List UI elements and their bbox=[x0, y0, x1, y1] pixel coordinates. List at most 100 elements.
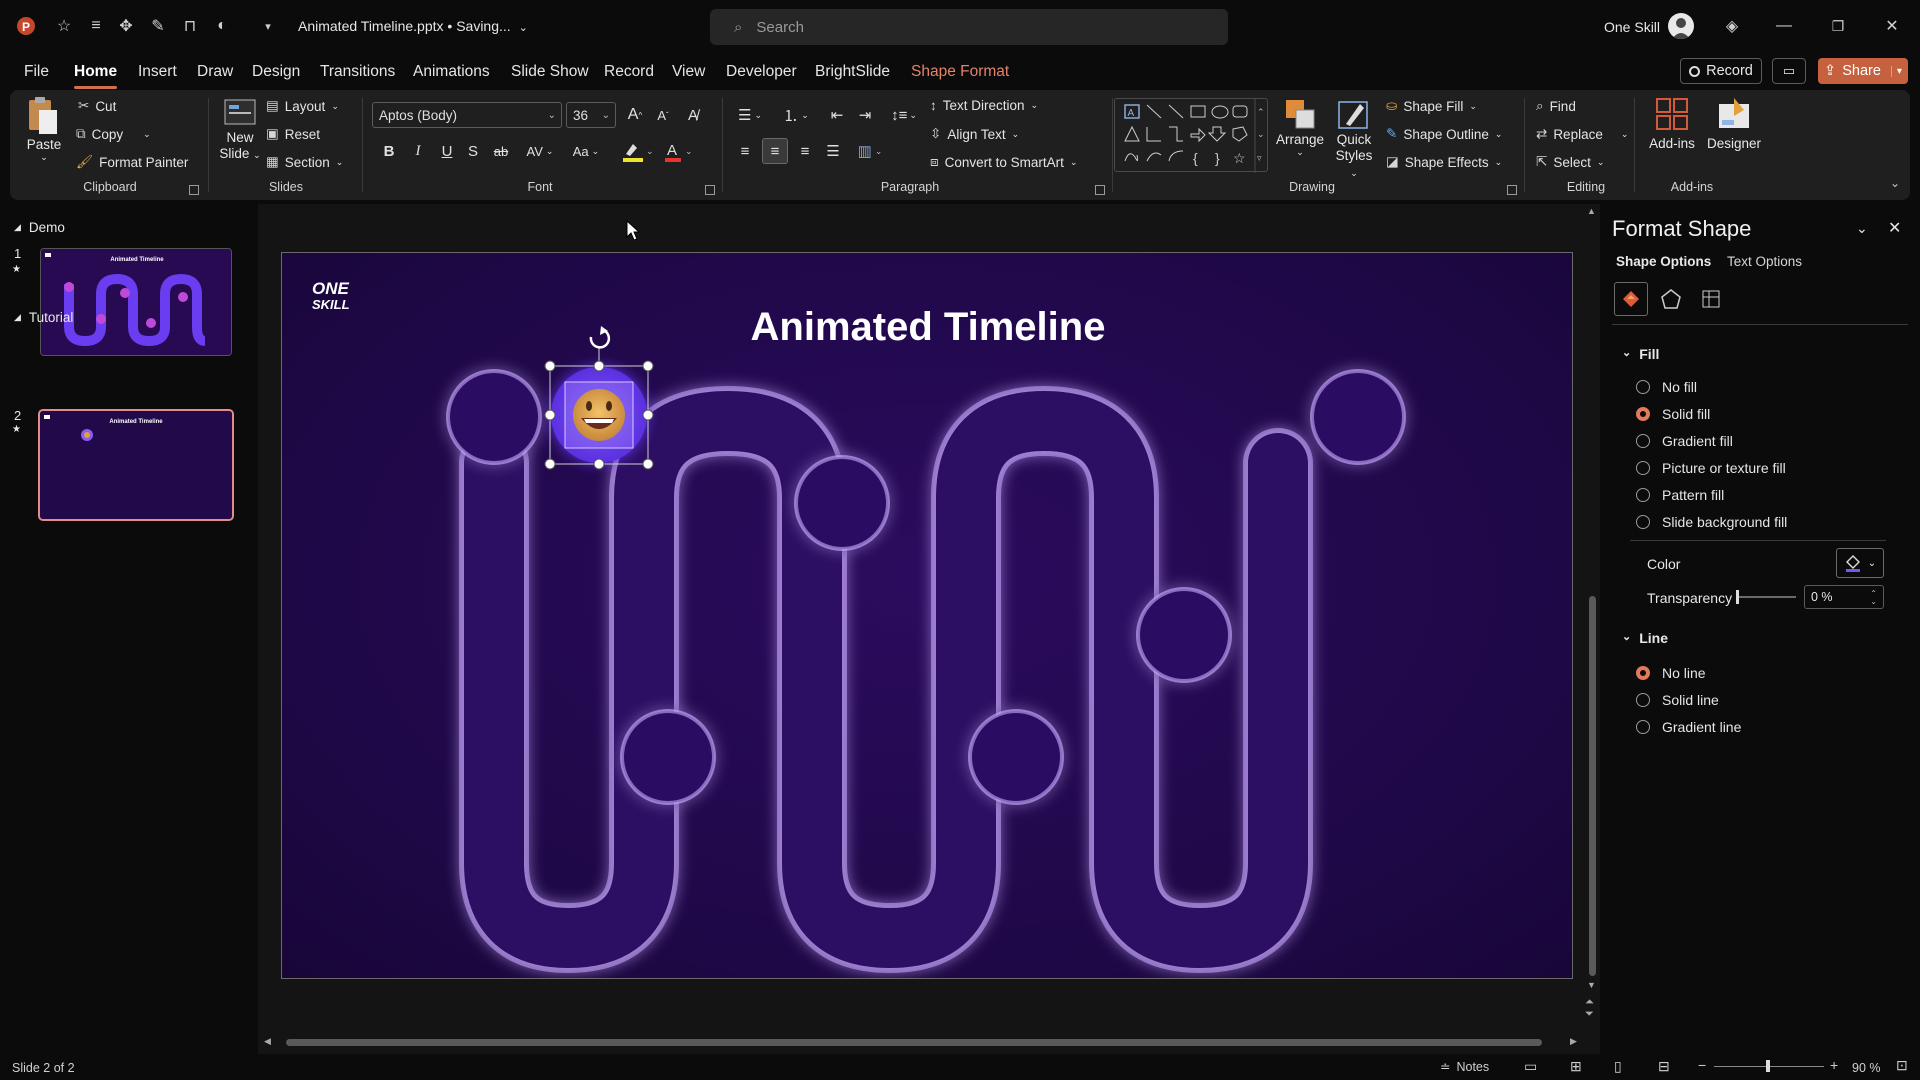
vertical-scroll-thumb[interactable] bbox=[1589, 596, 1596, 976]
scroll-down-icon[interactable]: ▼ bbox=[1587, 980, 1596, 990]
slide-title[interactable]: Animated Timeline bbox=[751, 305, 1106, 349]
font-launcher-icon[interactable] bbox=[705, 185, 715, 195]
vertical-scrollbar[interactable]: ▲ ▼ bbox=[1587, 204, 1599, 1004]
close-pane-icon[interactable]: ✕ bbox=[1888, 218, 1901, 238]
more-commands-icon[interactable]: ▾ bbox=[256, 14, 280, 38]
shape-fill-button[interactable]: ⛀ Shape Fill ⌄ bbox=[1386, 98, 1477, 114]
text-direction-button[interactable]: ↕ Text Direction ⌄ bbox=[930, 98, 1038, 113]
restore-icon[interactable]: ❐ bbox=[1826, 14, 1850, 38]
highlight-icon[interactable]: ⌄ bbox=[618, 138, 658, 164]
spinner-icon[interactable]: ⌃ ⌄ bbox=[1870, 590, 1877, 606]
slide-thumbnail-1[interactable]: Animated Timeline bbox=[40, 248, 232, 356]
tab-record[interactable]: Record bbox=[604, 63, 654, 81]
radio-pattern-fill[interactable]: Pattern fill bbox=[1636, 487, 1724, 503]
fill-line-icon[interactable] bbox=[1614, 282, 1648, 316]
notes-button[interactable]: ≐ Notes bbox=[1440, 1059, 1489, 1075]
search-input[interactable]: ⌕ Search bbox=[710, 9, 1228, 45]
layout-button[interactable]: ▤ Layout ⌄ bbox=[266, 98, 339, 114]
shape-outline-button[interactable]: ✎ Shape Outline ⌄ bbox=[1386, 126, 1502, 142]
touch-mode-icon[interactable]: ✥ bbox=[114, 14, 138, 38]
share-button[interactable]: ⇪ Share ▾ bbox=[1818, 58, 1908, 84]
paste-button[interactable]: Paste ⌄ bbox=[24, 96, 64, 163]
selected-emoji-shape[interactable] bbox=[551, 367, 647, 463]
drawing-launcher-icon[interactable] bbox=[1507, 185, 1517, 195]
new-slide-button[interactable]: New Slide ⌄ bbox=[216, 96, 264, 163]
decrease-indent-icon[interactable]: ⇤ bbox=[824, 102, 850, 128]
tab-shape-options[interactable]: Shape Options bbox=[1616, 254, 1711, 269]
radio-gradient-fill[interactable]: Gradient fill bbox=[1636, 433, 1733, 449]
slide-sorter-icon[interactable]: ⊞ bbox=[1570, 1058, 1582, 1075]
shapes-gallery[interactable]: A { } ☆ ⌃ ⌄ ▿ bbox=[1114, 98, 1268, 173]
tab-developer[interactable]: Developer bbox=[726, 63, 797, 81]
transparency-slider[interactable] bbox=[1736, 590, 1796, 604]
italic-icon[interactable]: I bbox=[405, 138, 431, 164]
paragraph-launcher-icon[interactable] bbox=[1095, 185, 1105, 195]
designer-button[interactable]: Designer bbox=[1704, 96, 1764, 151]
prev-next-slide-icon[interactable]: ⏶ ⏷ bbox=[1585, 996, 1594, 1020]
format-painter-button[interactable]: 🖌 Format Painter bbox=[76, 154, 188, 170]
align-left-icon[interactable]: ≡ bbox=[732, 138, 758, 164]
clipboard-launcher-icon[interactable] bbox=[189, 185, 199, 195]
arrange-button[interactable]: Arrange ⌄ bbox=[1274, 96, 1326, 158]
scroll-left-icon[interactable]: ◀ bbox=[264, 1036, 271, 1047]
radio-solid-fill[interactable]: Solid fill bbox=[1636, 406, 1710, 422]
find-button[interactable]: ⌕ Find bbox=[1536, 98, 1576, 114]
slideshow-view-icon[interactable]: ⊟ bbox=[1658, 1058, 1670, 1075]
slide-thumbnail-2[interactable]: Animated Timeline bbox=[38, 409, 234, 521]
increase-indent-icon[interactable]: ⇥ bbox=[852, 102, 878, 128]
presenter-icon[interactable]: ⊓ bbox=[178, 14, 202, 38]
radio-solid-line[interactable]: Solid line bbox=[1636, 692, 1719, 708]
fit-to-window-icon[interactable]: ⊡ bbox=[1896, 1057, 1908, 1074]
zoom-out-icon[interactable]: − bbox=[1698, 1057, 1706, 1073]
scroll-right-icon[interactable]: ▶ bbox=[1570, 1036, 1577, 1047]
customize-icon[interactable]: ≡ bbox=[84, 14, 108, 38]
justify-icon[interactable]: ☰ bbox=[820, 138, 846, 164]
scroll-up-icon[interactable]: ▲ bbox=[1587, 206, 1596, 216]
convert-smartart-button[interactable]: ⧈ Convert to SmartArt ⌄ bbox=[930, 154, 1077, 170]
horizontal-scroll-thumb[interactable] bbox=[286, 1039, 1542, 1046]
section-header-tutorial[interactable]: ◢ Tutorial bbox=[14, 310, 73, 325]
tab-draw[interactable]: Draw bbox=[197, 63, 233, 81]
normal-view-icon[interactable]: ▭ bbox=[1524, 1058, 1537, 1075]
line-section-header[interactable]: ⌄ Line bbox=[1622, 630, 1668, 646]
quick-styles-button[interactable]: Quick Styles ⌄ bbox=[1330, 96, 1378, 181]
text-shadow-icon[interactable]: S bbox=[460, 138, 486, 164]
cut-button[interactable]: ✂ Cut bbox=[78, 98, 116, 114]
tab-transitions[interactable]: Transitions bbox=[320, 63, 395, 81]
radio-slide-background-fill[interactable]: Slide background fill bbox=[1636, 514, 1787, 530]
tab-animations[interactable]: Animations bbox=[413, 63, 490, 81]
minimize-icon[interactable]: — bbox=[1772, 14, 1796, 38]
zoom-slider[interactable] bbox=[1714, 1060, 1824, 1072]
replace-button[interactable]: ⇄ Replace ⌄ bbox=[1536, 126, 1628, 142]
font-name-select[interactable]: Aptos (Body) ⌄ bbox=[372, 102, 562, 128]
pane-options-chevron-icon[interactable]: ⌄ bbox=[1856, 220, 1868, 237]
change-case-icon[interactable]: Aa ⌄ bbox=[566, 138, 606, 164]
strikethrough-icon[interactable]: ab bbox=[488, 138, 514, 164]
undo-icon[interactable]: ◐ bbox=[210, 14, 234, 38]
radio-no-fill[interactable]: No fill bbox=[1636, 379, 1697, 395]
align-center-icon[interactable]: ≡ bbox=[762, 138, 788, 164]
bullets-icon[interactable]: ☰ ⌄ bbox=[730, 102, 770, 128]
radio-no-line[interactable]: No line bbox=[1636, 665, 1706, 681]
tab-text-options[interactable]: Text Options bbox=[1727, 254, 1802, 269]
horizontal-scrollbar[interactable]: ◀ ▶ bbox=[264, 1036, 1584, 1048]
underline-icon[interactable]: U bbox=[434, 138, 460, 164]
align-right-icon[interactable]: ≡ bbox=[792, 138, 818, 164]
avatar[interactable] bbox=[1668, 13, 1694, 39]
zoom-slider-thumb[interactable] bbox=[1766, 1060, 1770, 1072]
copy-button[interactable]: ⧉ Copy ⌄ bbox=[76, 126, 151, 142]
columns-icon[interactable]: ▥ ⌄ bbox=[852, 138, 888, 164]
reading-view-icon[interactable]: ▯ bbox=[1614, 1058, 1622, 1075]
record-button[interactable]: Record bbox=[1680, 58, 1762, 84]
collapse-ribbon-icon[interactable]: ⌄ bbox=[1890, 176, 1900, 190]
autosave-icon[interactable]: ☆ bbox=[52, 14, 76, 38]
fill-section-header[interactable]: ⌄ Fill bbox=[1622, 346, 1659, 362]
close-icon[interactable]: ✕ bbox=[1880, 14, 1904, 38]
decrease-font-icon[interactable]: Aˇ bbox=[650, 102, 676, 128]
clear-formatting-icon[interactable]: A̸ bbox=[680, 102, 706, 128]
font-size-select[interactable]: 36 ⌄ bbox=[566, 102, 616, 128]
tab-design[interactable]: Design bbox=[252, 63, 300, 81]
tab-shape-format[interactable]: Shape Format bbox=[911, 63, 1009, 81]
tab-insert[interactable]: Insert bbox=[138, 63, 177, 81]
select-button[interactable]: ⇱ Select ⌄ bbox=[1536, 154, 1604, 170]
